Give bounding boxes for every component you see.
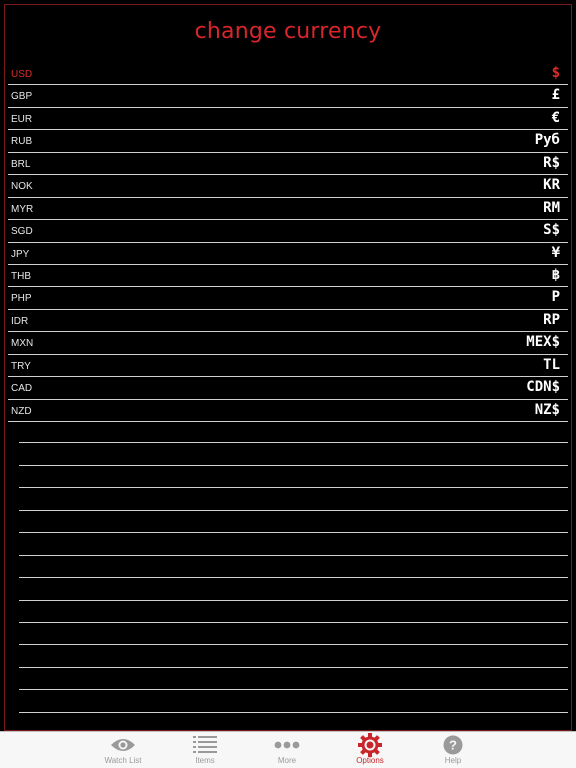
list-icon	[175, 734, 235, 756]
currency-symbol: MEX$	[526, 334, 560, 351]
currency-row-try[interactable]: TRY TL	[8, 355, 568, 378]
tab-items[interactable]: Items	[175, 734, 235, 768]
currency-symbol: CDN$	[526, 379, 560, 396]
currency-row-cad[interactable]: CAD CDN$	[8, 377, 568, 400]
currency-symbol: ฿	[551, 266, 560, 283]
currency-list: USD $ GBP £ EUR € RUB Руб BRL R$ NOK KR MYR RM SGD S$ JP…	[8, 63, 568, 422]
more-dots-icon	[257, 734, 317, 756]
tab-more[interactable]: More	[257, 734, 317, 768]
tab-help[interactable]: ? Help	[423, 734, 483, 768]
svg-text:?: ?	[449, 738, 457, 753]
empty-row	[19, 443, 568, 466]
page-title: change currency	[194, 19, 382, 44]
currency-row-nok[interactable]: NOK KR	[8, 175, 568, 198]
empty-row	[19, 466, 568, 489]
empty-row	[19, 645, 568, 668]
currency-code: PHP	[11, 293, 32, 305]
empty-row	[19, 623, 568, 646]
currency-row-brl[interactable]: BRL R$	[8, 153, 568, 176]
currency-symbol: Руб	[534, 132, 560, 149]
currency-row-eur[interactable]: EUR €	[8, 108, 568, 131]
currency-symbol: S$	[543, 222, 560, 239]
currency-row-myr[interactable]: MYR RM	[8, 198, 568, 221]
empty-row	[19, 668, 568, 691]
currency-symbol: $	[551, 65, 560, 81]
currency-code: RUB	[11, 136, 33, 148]
currency-code: USD	[11, 69, 33, 80]
tab-watch-list[interactable]: Watch List	[93, 734, 153, 768]
currency-symbol: £	[551, 87, 560, 104]
currency-symbol: RM	[543, 199, 560, 216]
currency-row-rub[interactable]: RUB Руб	[8, 130, 568, 153]
empty-rows	[19, 421, 568, 713]
currency-row-mxn[interactable]: MXN MEX$	[8, 332, 568, 355]
currency-symbol: ¥	[551, 244, 560, 261]
currency-row-jpy[interactable]: JPY ¥	[8, 243, 568, 265]
tab-label: Watch List	[104, 756, 142, 765]
currency-symbol: R$	[543, 154, 560, 171]
eye-icon	[93, 734, 153, 756]
help-icon: ?	[423, 734, 483, 756]
currency-row-php[interactable]: PHP P	[8, 287, 568, 310]
currency-row-usd[interactable]: USD $	[8, 63, 568, 86]
currency-code: NZD	[11, 405, 32, 417]
tab-bar: Watch List Items More Options ? Help	[0, 731, 576, 768]
empty-row	[19, 488, 568, 511]
empty-row	[19, 421, 568, 444]
currency-row-nzd[interactable]: NZD NZ$	[8, 400, 568, 422]
currency-code: BRL	[11, 158, 31, 170]
currency-symbol: TL	[543, 356, 560, 373]
empty-row	[19, 511, 568, 534]
currency-row-idr[interactable]: IDR RP	[8, 310, 568, 333]
currency-symbol: RP	[543, 311, 560, 328]
empty-row	[19, 556, 568, 579]
currency-code: SGD	[11, 226, 33, 238]
currency-code: NOK	[11, 181, 33, 193]
currency-symbol: NZ$	[534, 401, 560, 418]
currency-row-sgd[interactable]: SGD S$	[8, 220, 568, 243]
tab-label: Help	[444, 756, 462, 765]
currency-code: GBP	[11, 91, 33, 103]
currency-code: MXN	[11, 338, 34, 350]
empty-row	[19, 601, 568, 623]
tab-label: Items	[195, 756, 215, 765]
currency-symbol: KR	[543, 177, 560, 194]
empty-row	[19, 533, 568, 556]
currency-code: TRY	[11, 360, 31, 372]
currency-code: THB	[11, 270, 31, 282]
currency-code: IDR	[11, 315, 29, 327]
currency-code: JPY	[11, 248, 30, 260]
tab-label: More	[277, 756, 297, 765]
currency-code: CAD	[11, 383, 33, 395]
empty-row	[19, 578, 568, 601]
currency-symbol: €	[551, 109, 560, 126]
empty-row	[19, 690, 568, 713]
currency-symbol: P	[551, 289, 560, 306]
tab-options[interactable]: Options	[340, 733, 400, 768]
currency-code: EUR	[11, 113, 33, 125]
currency-code: MYR	[11, 203, 34, 215]
currency-row-thb[interactable]: THB ฿	[8, 265, 568, 288]
currency-row-gbp[interactable]: GBP £	[8, 85, 568, 108]
gear-icon	[340, 733, 400, 757]
tab-label: Options	[356, 756, 384, 765]
